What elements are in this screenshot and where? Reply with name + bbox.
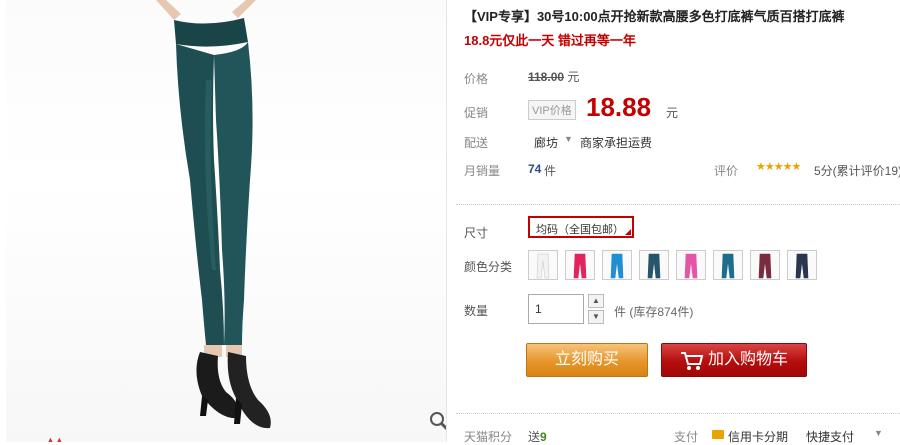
pants-thumbnail-icon bbox=[610, 253, 624, 279]
selected-check-icon bbox=[625, 229, 631, 235]
stock-info: 件 (库存874件) bbox=[614, 305, 694, 319]
product-info-panel: 【VIP专享】30号10:00点开抢新款高腰多色打底裤气质百搭打底裤 18.8元… bbox=[456, 0, 900, 445]
vip-price-tag: VIP价格 bbox=[528, 100, 576, 120]
quantity-decrease-button[interactable]: ▼ bbox=[588, 310, 604, 324]
current-price-unit: 元 bbox=[666, 106, 679, 120]
pants-thumbnail-icon bbox=[758, 253, 772, 279]
product-subtitle: 18.8元仅此一天 错过再等一年 bbox=[464, 33, 636, 48]
color-swatch[interactable] bbox=[639, 250, 669, 280]
size-option-label: 均码（全国包邮） bbox=[536, 224, 624, 236]
chevron-down-icon[interactable]: ▼ bbox=[564, 134, 573, 144]
divider bbox=[456, 413, 900, 414]
product-image[interactable]: ▲▲ bbox=[6, 0, 447, 442]
color-swatch[interactable] bbox=[713, 250, 743, 280]
color-swatch[interactable] bbox=[676, 250, 706, 280]
monthly-sales-count: 74 bbox=[528, 162, 542, 176]
payment-label: 支付 bbox=[674, 430, 699, 444]
quantity-input[interactable] bbox=[528, 294, 584, 324]
points-label: 天猫积分 bbox=[464, 430, 513, 444]
quick-pay-link[interactable]: 快捷支付 bbox=[806, 428, 854, 445]
product-photo bbox=[156, 0, 271, 429]
color-swatch[interactable] bbox=[565, 250, 595, 280]
current-price: 18.88 bbox=[586, 92, 652, 122]
size-label: 尺寸 bbox=[464, 226, 489, 240]
original-price-unit: 元 bbox=[567, 70, 580, 84]
review-label: 评价 bbox=[714, 164, 739, 178]
shipping-note: 商家承担运费 bbox=[580, 136, 653, 150]
color-swatch[interactable] bbox=[602, 250, 632, 280]
rating-stars: ★★★★★ bbox=[756, 161, 801, 173]
monthly-sales-unit: 件 bbox=[544, 164, 557, 178]
add-to-cart-button[interactable]: 加入购物车 bbox=[661, 343, 807, 377]
quantity-increase-button[interactable]: ▲ bbox=[588, 294, 604, 308]
price-label: 价格 bbox=[464, 72, 489, 86]
color-label: 颜色分类 bbox=[464, 260, 513, 274]
zoom-icon[interactable] bbox=[428, 410, 447, 432]
chevron-down-icon[interactable]: ▼ bbox=[874, 428, 883, 438]
review-summary-link[interactable]: 5分(累计评价19) bbox=[814, 162, 900, 179]
original-price: 118.00 元 bbox=[528, 68, 579, 85]
thumbnail-indicator: ▲▲ bbox=[46, 435, 64, 442]
pants-thumbnail-icon bbox=[647, 253, 661, 279]
color-swatch[interactable] bbox=[528, 250, 558, 280]
color-swatch[interactable] bbox=[787, 250, 817, 280]
cart-icon bbox=[681, 352, 704, 370]
original-price-value: 118.00 bbox=[528, 70, 565, 84]
credit-card-installment-link[interactable]: 信用卡分期 bbox=[728, 428, 788, 445]
credit-card-icon bbox=[712, 430, 724, 439]
size-option-selected[interactable]: 均码（全国包邮） bbox=[528, 216, 634, 238]
color-swatch[interactable] bbox=[750, 250, 780, 280]
shipping-label: 配送 bbox=[464, 136, 489, 150]
shipping-origin-select[interactable]: 廊坊 bbox=[534, 134, 558, 151]
points-value: 送9 bbox=[528, 428, 547, 445]
product-title: 【VIP专享】30号10:00点开抢新款高腰多色打底裤气质百搭打底裤 bbox=[464, 9, 845, 24]
pants-thumbnail-icon bbox=[536, 253, 550, 279]
pants-thumbnail-icon bbox=[684, 253, 698, 279]
promo-label: 促销 bbox=[464, 106, 489, 120]
pants-thumbnail-icon bbox=[573, 253, 587, 279]
quantity-label: 数量 bbox=[464, 304, 489, 318]
divider bbox=[456, 204, 900, 205]
monthly-sales-label: 月销量 bbox=[464, 164, 501, 178]
buy-now-button[interactable]: 立刻购买 bbox=[526, 343, 648, 377]
add-to-cart-label: 加入购物车 bbox=[708, 351, 789, 368]
pants-thumbnail-icon bbox=[795, 253, 809, 279]
pants-thumbnail-icon bbox=[721, 253, 735, 279]
